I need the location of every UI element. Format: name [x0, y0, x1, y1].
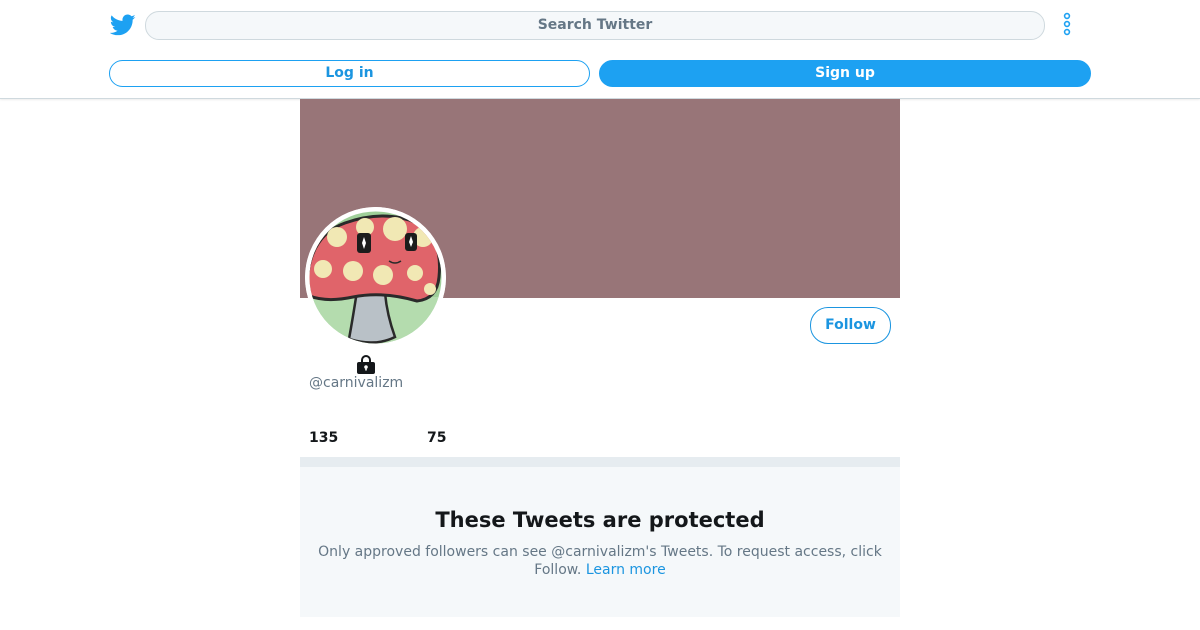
protected-message: Only approved followers can see @carniva… [310, 543, 890, 579]
search-input[interactable]: Search Twitter [145, 11, 1045, 40]
stat-count-following[interactable]: 135 [309, 429, 338, 447]
protected-notice: These Tweets are protected Only approved… [300, 467, 900, 617]
signup-button[interactable]: Sign up [599, 60, 1091, 87]
protected-title: These Tweets are protected [435, 508, 765, 532]
login-button[interactable]: Log in [109, 60, 590, 87]
header-bar: Search Twitter Log in Sign up [0, 0, 1200, 99]
profile-handle: @carnivalizm [309, 375, 404, 391]
more-options-icon[interactable] [1058, 11, 1076, 39]
lock-icon [356, 354, 376, 374]
mushroom-avatar[interactable] [305, 207, 446, 348]
profile-card: Follow @carnivalizm 135 75 These Tweets … [300, 99, 900, 630]
stat-count-followers[interactable]: 75 [427, 429, 446, 447]
section-divider [300, 457, 900, 467]
follow-button[interactable]: Follow [810, 307, 891, 344]
learn-more-link[interactable]: Learn more [586, 562, 666, 578]
twitter-bird-icon[interactable] [109, 12, 136, 38]
